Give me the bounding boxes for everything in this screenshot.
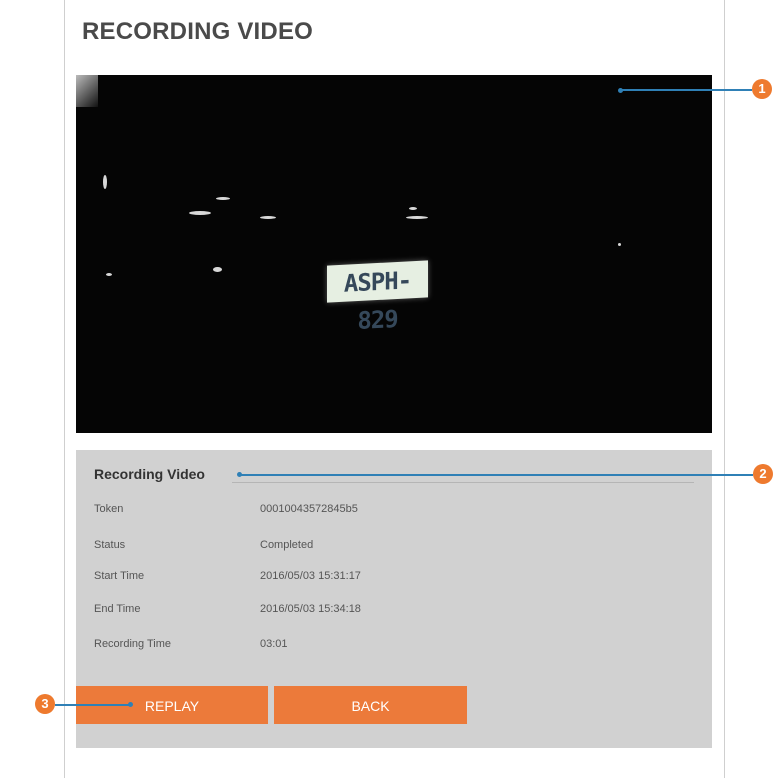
info-row-start-time: Start Time 2016/05/03 15:31:17 [94, 570, 694, 586]
info-divider [232, 482, 694, 483]
video-highlight [406, 216, 428, 219]
info-label: Recording Time [94, 638, 172, 650]
info-value: 2016/05/03 15:34:18 [260, 603, 361, 615]
video-highlight [260, 216, 276, 219]
callout-dot [128, 702, 133, 707]
video-highlight [213, 267, 222, 272]
video-highlight [216, 197, 230, 200]
info-label: Status [94, 539, 126, 551]
info-value: 00010043572845b5 [260, 503, 358, 515]
back-button[interactable]: BACK [274, 686, 467, 724]
video-highlight [76, 75, 98, 107]
info-value: Completed [260, 539, 314, 551]
page-title: RECORDING VIDEO [82, 18, 314, 45]
info-row-token: Token 00010043572845b5 [94, 503, 694, 519]
info-row-status: Status Completed [94, 539, 694, 555]
info-label: Start Time [94, 570, 145, 582]
video-highlight [106, 273, 112, 276]
info-row-end-time: End Time 2016/05/03 15:34:18 [94, 603, 694, 619]
video-highlight [189, 211, 211, 215]
info-value: 2016/05/03 15:31:17 [260, 570, 361, 582]
info-title: Recording Video [94, 466, 205, 482]
callout-badge-3: 3 [35, 694, 55, 714]
video-highlight [618, 243, 621, 246]
video-highlight [409, 207, 417, 210]
video-highlight [103, 175, 107, 189]
info-label: Token [94, 503, 124, 515]
callout-line [240, 474, 753, 476]
callout-line [55, 704, 130, 706]
video-player[interactable]: ASPH-829 [76, 75, 712, 433]
callout-line [621, 89, 752, 91]
callout-badge-2: 2 [753, 464, 773, 484]
info-label: End Time [94, 603, 141, 615]
info-value: 03:01 [260, 638, 288, 650]
callout-badge-1: 1 [752, 79, 772, 99]
info-row-recording-time: Recording Time 03:01 [94, 638, 694, 654]
license-plate: ASPH-829 [327, 260, 428, 335]
